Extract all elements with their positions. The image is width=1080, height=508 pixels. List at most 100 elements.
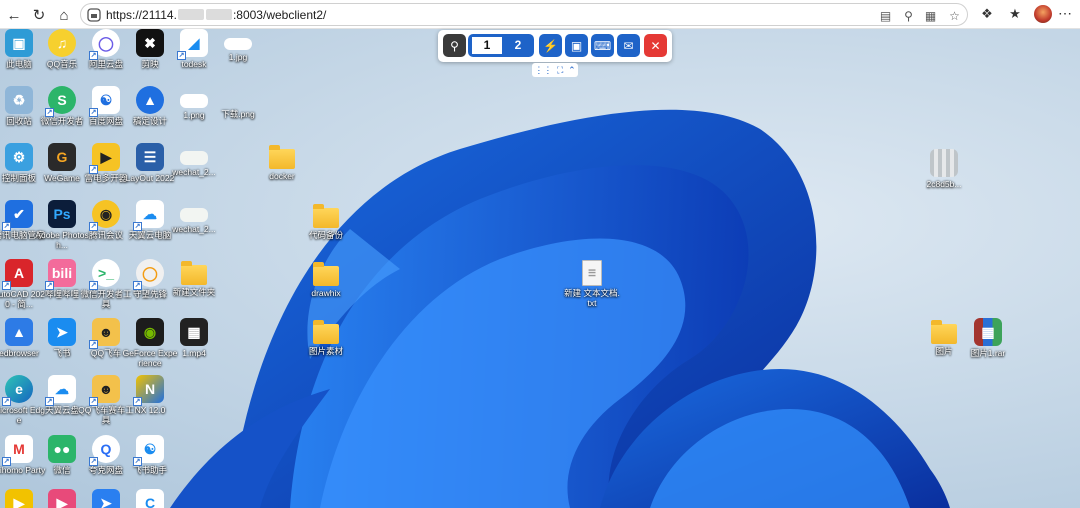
extensions-icon[interactable]: ❖ <box>978 5 996 23</box>
drag-handle-icon[interactable]: ⋮⋮ <box>534 65 552 76</box>
nvidia-icon: ◉ <box>136 318 164 346</box>
key-icon[interactable]: ⚲ <box>901 8 916 23</box>
folder-icon <box>313 320 339 344</box>
desktop-folder-drawhix[interactable]: drawhix <box>298 260 354 298</box>
icon-label: WeGame <box>44 173 80 183</box>
icon-label: wechat_2... <box>172 224 216 234</box>
address-bar[interactable]: https://21114.:8003/webclient2/ ▤ ⚲ ▦ ☆ <box>80 3 968 26</box>
qq-speed-tool-icon: ☻ ↗ <box>89 375 120 406</box>
desktop-icon-1mp4[interactable]: ▦ 1.mp4 <box>166 318 222 358</box>
cloud-pc-icon: ☁ ↗ <box>133 200 164 231</box>
icon-label: QQ飞车 <box>90 348 122 358</box>
favorite-star-icon[interactable]: ☆ <box>947 8 962 23</box>
icon-label: 天翼云电脑 <box>128 230 172 240</box>
cloud-icon: ☁ ↗ <box>45 375 76 406</box>
url-text: https://21114.:8003/webclient2/ <box>106 8 326 22</box>
pin-icon[interactable]: ⚲ <box>443 34 466 57</box>
url-suffix: :8003/webclient2/ <box>232 8 327 22</box>
image-file-icon <box>224 95 252 107</box>
icon-label: 1.mp4 <box>182 348 206 358</box>
desktop-file-new-text[interactable]: ☰ 新建 文本文档.txt <box>564 260 620 308</box>
icon-label: todesk <box>181 59 207 69</box>
close-icon[interactable]: ✕ <box>644 34 667 57</box>
feishu-icon: ➤ <box>48 318 76 346</box>
refresh-icon[interactable]: ↻ <box>29 5 49 25</box>
more-menu-icon[interactable]: ⋯ <box>1058 5 1072 22</box>
app-icon: ➤ <box>92 489 120 508</box>
icon-label: wechat_2... <box>172 167 216 177</box>
desktop-icon-feishu-assistant[interactable]: ☯ ↗ 飞书助手 <box>122 435 178 475</box>
site-info-icon[interactable] <box>87 8 101 22</box>
icon-label: 回收站 <box>6 116 32 126</box>
icon-label: 稿定设计 <box>132 116 167 126</box>
desktop-icon-wechat-img-2[interactable]: wechat_2... <box>166 200 222 234</box>
remote-control-toolbar: ⚲ 1 2 ⚡ ▣ ⌨ ✉ ✕ <box>438 30 672 62</box>
icon-label: 百度网盘 <box>88 116 123 126</box>
icon-label: 下载.png <box>221 109 255 119</box>
chat-icon[interactable]: ✉ <box>617 34 640 57</box>
icon-label: 飞书助手 <box>132 465 167 475</box>
meeting-icon: ◉ ↗ <box>89 200 120 231</box>
folder-icon <box>931 320 957 344</box>
home-icon[interactable]: ⌂ <box>54 5 74 25</box>
icon-label: 图片1.rar <box>970 348 1006 358</box>
desktop-file-rar[interactable]: ▦ 图片1.rar <box>960 318 1016 358</box>
profile-avatar[interactable] <box>1034 5 1052 23</box>
desktop-icon-download-png[interactable]: 下载.png <box>210 86 266 119</box>
qq-speed-icon: ☻ ↗ <box>89 318 120 349</box>
keyboard-icon[interactable]: ⌨ <box>591 34 614 57</box>
app-icon: C <box>136 489 164 508</box>
icon-label: 图片素材 <box>308 346 343 356</box>
icon-label: 剪映 <box>141 59 159 69</box>
screen-2-button[interactable]: 2 <box>506 37 530 54</box>
icon-label: 代码备份 <box>308 230 343 240</box>
icon-label: 雷电多开器 <box>84 173 128 183</box>
video-file-icon: ▦ <box>180 318 208 346</box>
icon-label: 飞书 <box>53 348 71 358</box>
shield-icon: ✔ ↗ <box>2 200 33 231</box>
nx-icon: N ↗ <box>133 375 164 406</box>
icon-label: 新建 文本文档.txt <box>564 288 620 308</box>
image-file-icon <box>930 149 958 177</box>
layout-icon: ☰ <box>136 143 164 171</box>
screen-1-button[interactable]: 1 <box>472 37 502 54</box>
desktop-icon-new-folder[interactable]: 新建文件夹 <box>166 259 222 297</box>
lightning-icon[interactable]: ⚡ <box>539 34 562 57</box>
back-icon[interactable]: ← <box>4 5 24 25</box>
control-panel-icon: ⚙ <box>5 143 33 171</box>
gaoding-icon: ▲ <box>136 86 164 114</box>
icon-label: 腾讯会议 <box>88 230 123 240</box>
desktop-icon-nx[interactable]: N ↗ NX 12.0 <box>122 375 178 415</box>
icon-label: 新建文件夹 <box>172 287 216 297</box>
grid-icon[interactable]: ▦ <box>923 8 938 23</box>
favorites-icon[interactable]: ★ <box>1006 5 1024 23</box>
desktop-icon-1jpg[interactable]: 1.jpg <box>210 29 266 62</box>
app-icon: ▶ <box>48 489 76 508</box>
monitor-icon[interactable]: ▣ <box>565 34 588 57</box>
music-icon: ♫ <box>48 29 76 57</box>
overwatch-icon: ◯ ↗ <box>133 259 164 290</box>
desktop-file-right-image[interactable]: 2c8d5b... <box>916 149 972 189</box>
chat-bubble-icon: >_ ↗ <box>89 259 120 290</box>
redacted-host <box>177 9 204 20</box>
todesk-icon: ◢ ↗ <box>177 29 208 60</box>
wechat-dev-icon: S ↗ <box>45 86 76 117</box>
desktop-folder-images[interactable]: 图片素材 <box>298 318 354 356</box>
icon-label: 此电脑 <box>6 59 32 69</box>
remote-desktop[interactable]: ▣ 此电脑 ♻ 回收站 ⚙ 控制面板 ✔↗ 腾讯电脑管家 A↗ AutoCAD … <box>0 29 1080 508</box>
icon-label: 阿里云盘 <box>88 59 123 69</box>
icon-label: 守望先锋 <box>132 289 167 299</box>
recycle-bin-icon: ♻ <box>5 86 33 114</box>
desktop-icon-wechat-img-1[interactable]: wechat_2... <box>166 143 222 177</box>
screen-switcher[interactable]: 1 2 <box>468 34 534 57</box>
desktop-folder-docker[interactable]: docker <box>254 143 310 181</box>
desktop-icon-partial-4[interactable]: C <box>122 489 178 508</box>
fullscreen-icon[interactable]: ⛶ <box>557 65 563 76</box>
folder-icon <box>313 204 339 228</box>
remote-toolbar-handle: ⋮⋮ ⛶ ⌃ <box>532 63 578 77</box>
icon-label: 图片 <box>935 346 953 356</box>
icon-label: docker <box>269 171 295 181</box>
desktop-folder-backup[interactable]: 代码备份 <box>298 202 354 240</box>
reader-icon[interactable]: ▤ <box>878 8 893 23</box>
chevron-up-icon[interactable]: ⌃ <box>568 65 576 76</box>
